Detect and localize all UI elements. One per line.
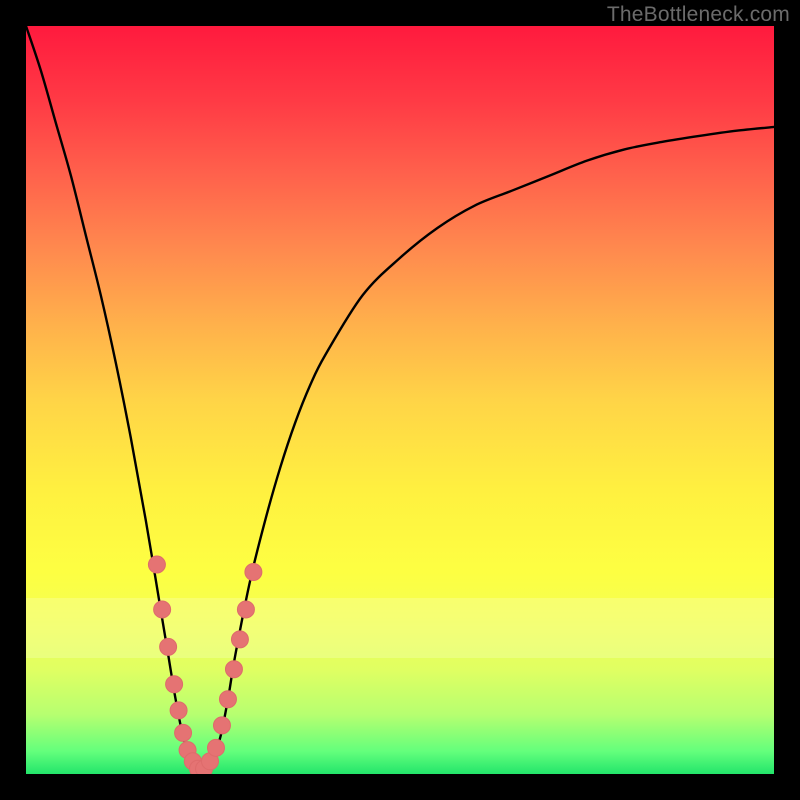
curve-marker [219, 691, 236, 708]
curve-marker [160, 638, 177, 655]
curve-markers [148, 556, 261, 774]
curve-marker [225, 661, 242, 678]
curve-marker [245, 564, 262, 581]
curve-marker [148, 556, 165, 573]
chart-overlay-svg [26, 26, 774, 774]
curve-marker [175, 724, 192, 741]
curve-marker [207, 739, 224, 756]
curve-marker [213, 717, 230, 734]
curve-marker [237, 601, 254, 618]
curve-marker [154, 601, 171, 618]
watermark-text: TheBottleneck.com [607, 3, 790, 27]
chart-frame: TheBottleneck.com [0, 0, 800, 800]
curve-marker [231, 631, 248, 648]
curve-marker [170, 702, 187, 719]
bottleneck-curve [26, 26, 774, 774]
curve-marker [166, 676, 183, 693]
plot-area [26, 26, 774, 774]
